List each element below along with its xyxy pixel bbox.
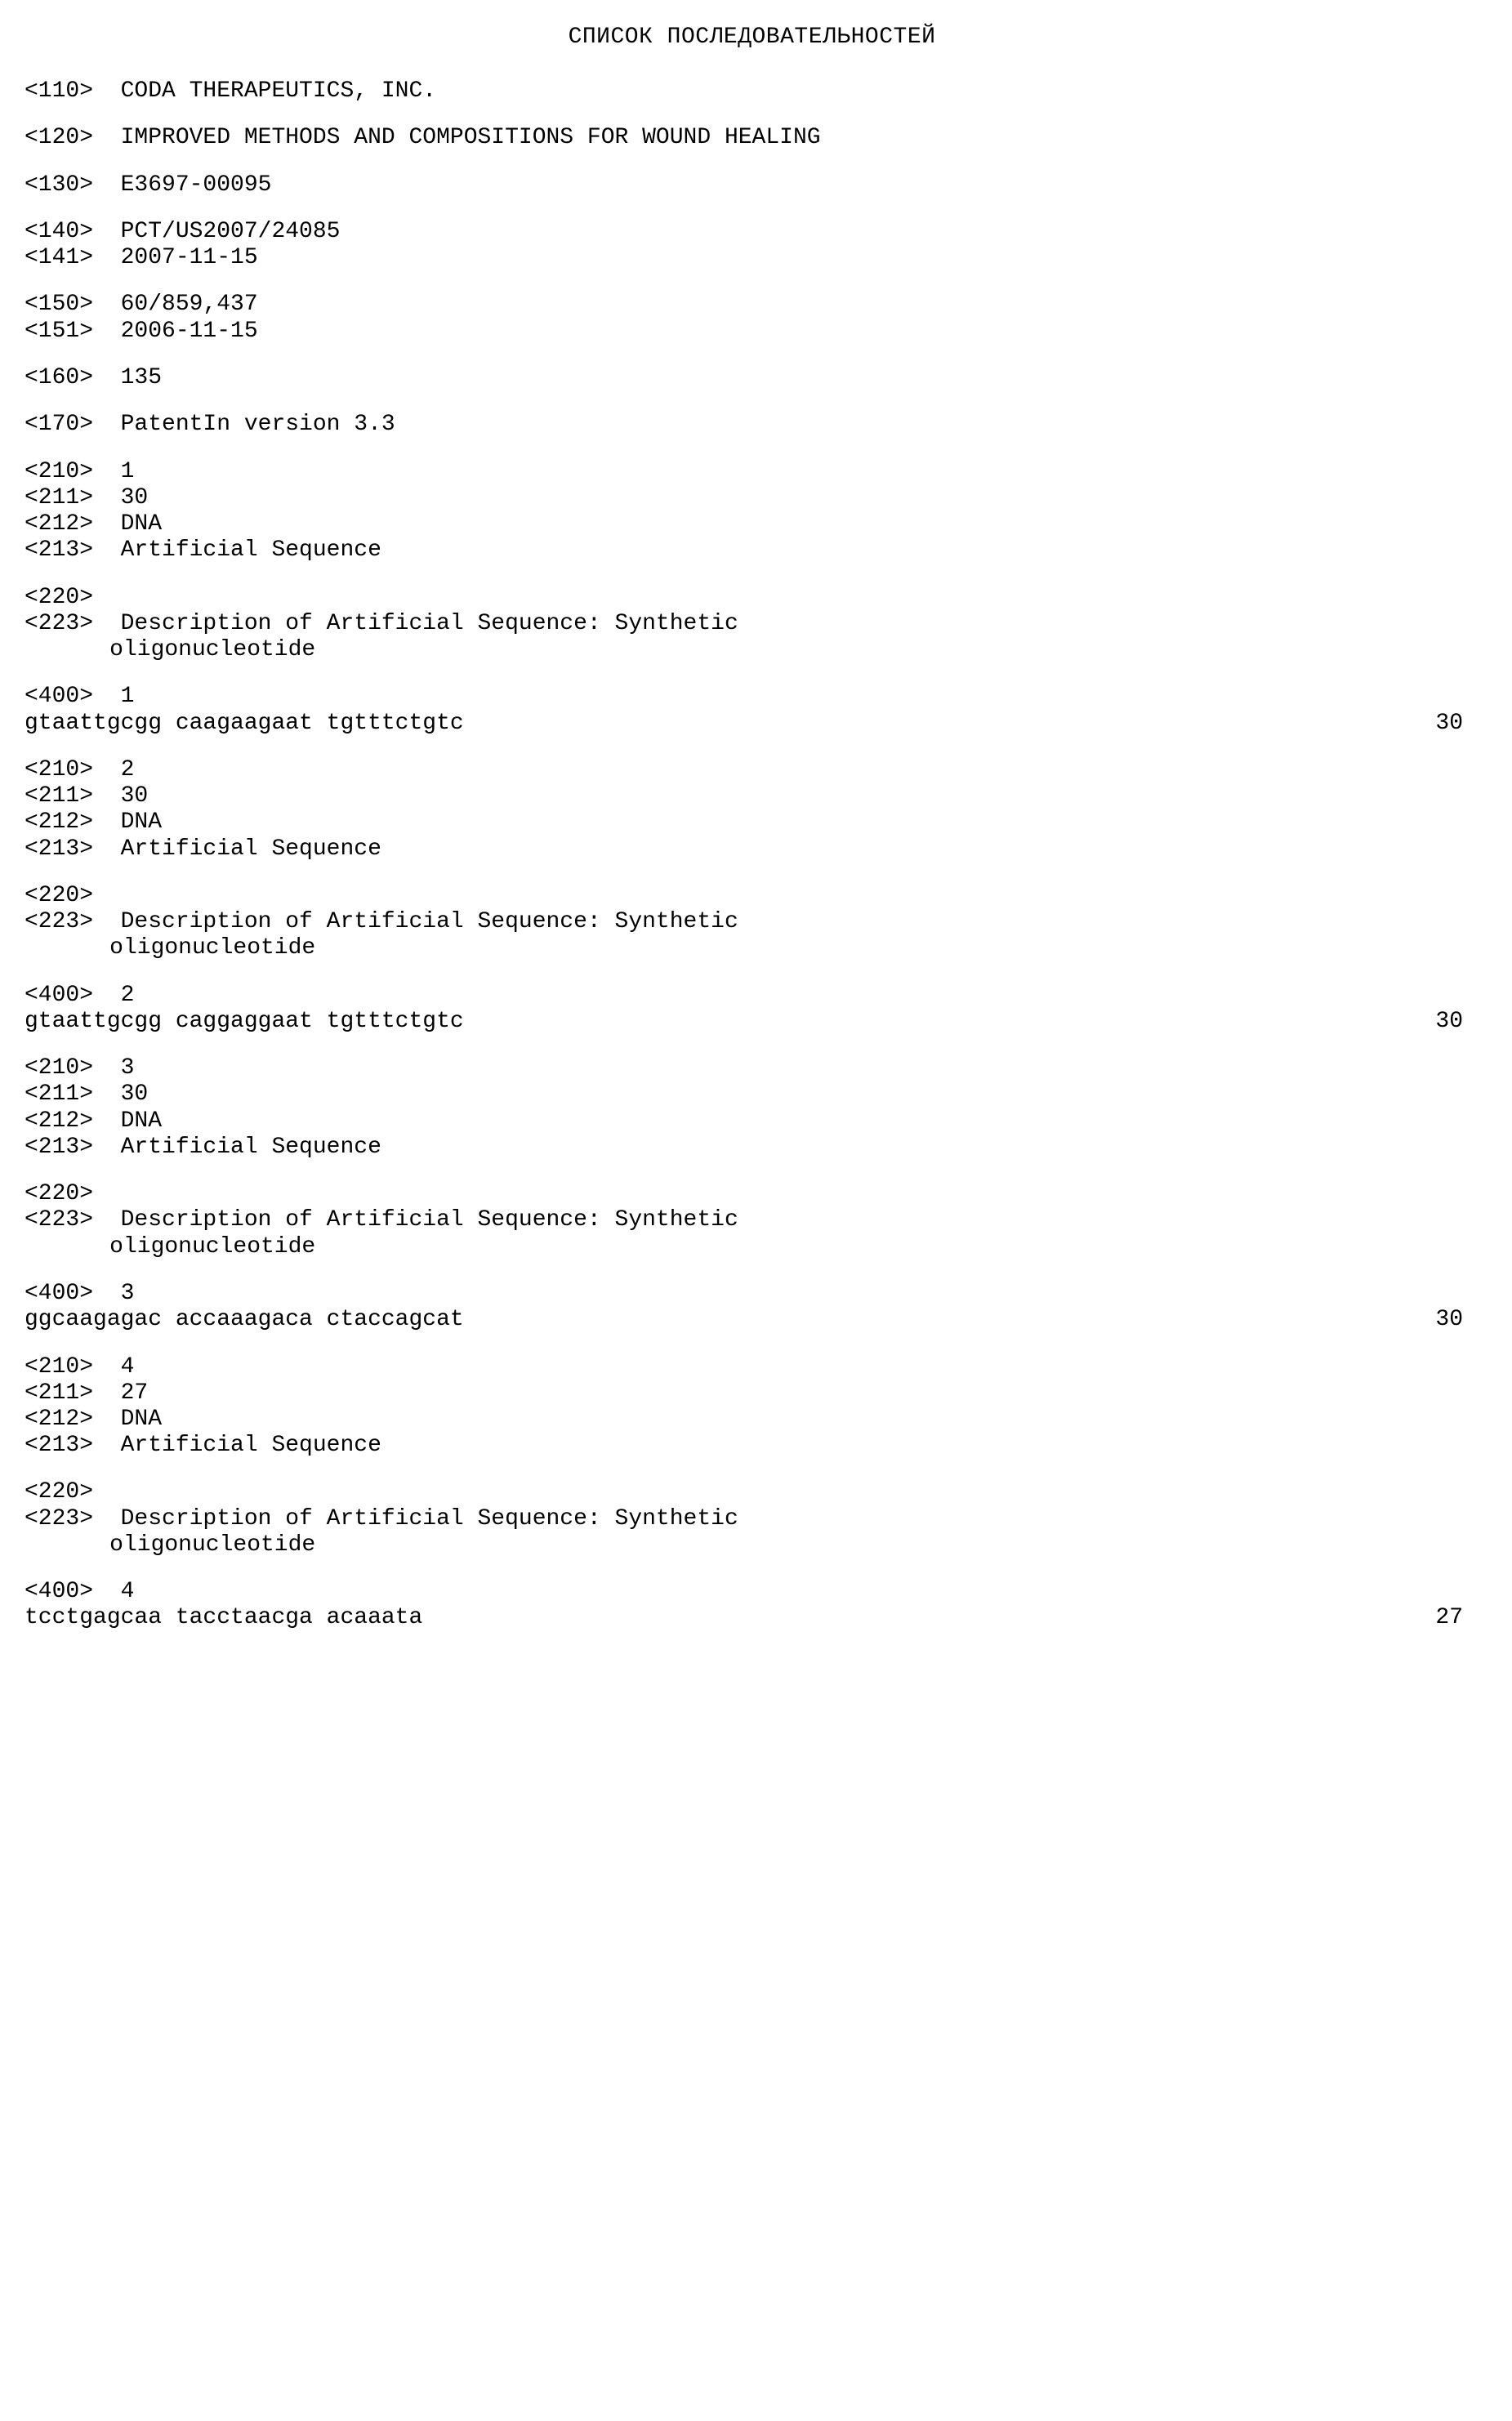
seq-field-400: <400> 4 <box>25 1579 1479 1605</box>
seq-field-223: <223> Description of Artificial Sequence… <box>25 1506 1479 1532</box>
sequence-row: gtaattgcgg caggaggaat tgtttctgtc 30 <box>25 1009 1479 1035</box>
sequence-length: 27 <box>1435 1605 1479 1631</box>
field-151: <151> 2006-11-15 <box>25 319 1479 345</box>
sequence-text: gtaattgcgg caagaagaat tgtttctgtc <box>25 711 464 737</box>
seq-field-212: <212> DNA <box>25 809 1479 836</box>
sequence-row: ggcaagagac accaaagaca ctaccagcat 30 <box>25 1307 1479 1333</box>
seq-field-211: <211> 27 <box>25 1380 1479 1407</box>
seq-field-400: <400> 2 <box>25 983 1479 1009</box>
seq-field-210: <210> 2 <box>25 757 1479 783</box>
seq-field-223: <223> Description of Artificial Sequence… <box>25 1207 1479 1233</box>
field-141: <141> 2007-11-15 <box>25 245 1479 271</box>
seq-field-211: <211> 30 <box>25 783 1479 809</box>
seq-field-223-cont: oligonucleotide <box>25 637 1479 663</box>
seq-field-212: <212> DNA <box>25 511 1479 537</box>
seq-field-223-cont: oligonucleotide <box>25 935 1479 961</box>
sequence-length: 30 <box>1435 711 1479 737</box>
seq-field-212: <212> DNA <box>25 1407 1479 1433</box>
field-130: <130> E3697-00095 <box>25 172 1479 198</box>
seq-field-223: <223> Description of Artificial Sequence… <box>25 909 1479 935</box>
seq-field-210: <210> 3 <box>25 1055 1479 1081</box>
seq-field-211: <211> 30 <box>25 1081 1479 1108</box>
field-160: <160> 135 <box>25 365 1479 391</box>
seq-field-223: <223> Description of Artificial Sequence… <box>25 611 1479 637</box>
seq-field-223-cont: oligonucleotide <box>25 1532 1479 1558</box>
sequence-text: gtaattgcgg caggaggaat tgtttctgtc <box>25 1009 464 1035</box>
field-140: <140> PCT/US2007/24085 <box>25 219 1479 245</box>
seq-field-211: <211> 30 <box>25 485 1479 511</box>
seq-field-220: <220> <box>25 1479 1479 1505</box>
field-120: <120> IMPROVED METHODS AND COMPOSITIONS … <box>25 125 1479 151</box>
seq-field-400: <400> 1 <box>25 684 1479 710</box>
seq-field-213: <213> Artificial Sequence <box>25 836 1479 863</box>
field-150: <150> 60/859,437 <box>25 292 1479 318</box>
sequence-row: gtaattgcgg caagaagaat tgtttctgtc 30 <box>25 711 1479 737</box>
sequence-row: tcctgagcaa tacctaacga acaaata 27 <box>25 1605 1479 1631</box>
field-110: <110> CODA THERAPEUTICS, INC. <box>25 78 1479 105</box>
seq-field-220: <220> <box>25 585 1479 611</box>
sequence-length: 30 <box>1435 1009 1479 1035</box>
seq-field-220: <220> <box>25 1181 1479 1207</box>
seq-field-213: <213> Artificial Sequence <box>25 1135 1479 1161</box>
seq-field-400: <400> 3 <box>25 1281 1479 1307</box>
sequence-text: ggcaagagac accaaagaca ctaccagcat <box>25 1307 464 1333</box>
field-170: <170> PatentIn version 3.3 <box>25 412 1479 438</box>
sequence-text: tcctgagcaa tacctaacga acaaata <box>25 1605 422 1631</box>
sequence-length: 30 <box>1435 1307 1479 1333</box>
seq-field-220: <220> <box>25 883 1479 909</box>
seq-field-213: <213> Artificial Sequence <box>25 537 1479 564</box>
seq-field-213: <213> Artificial Sequence <box>25 1433 1479 1459</box>
seq-field-223-cont: oligonucleotide <box>25 1234 1479 1260</box>
seq-field-210: <210> 1 <box>25 459 1479 485</box>
seq-field-212: <212> DNA <box>25 1108 1479 1135</box>
page-title: СПИСОК ПОСЛЕДОВАТЕЛЬНОСТЕЙ <box>25 25 1479 51</box>
seq-field-210: <210> 4 <box>25 1354 1479 1380</box>
